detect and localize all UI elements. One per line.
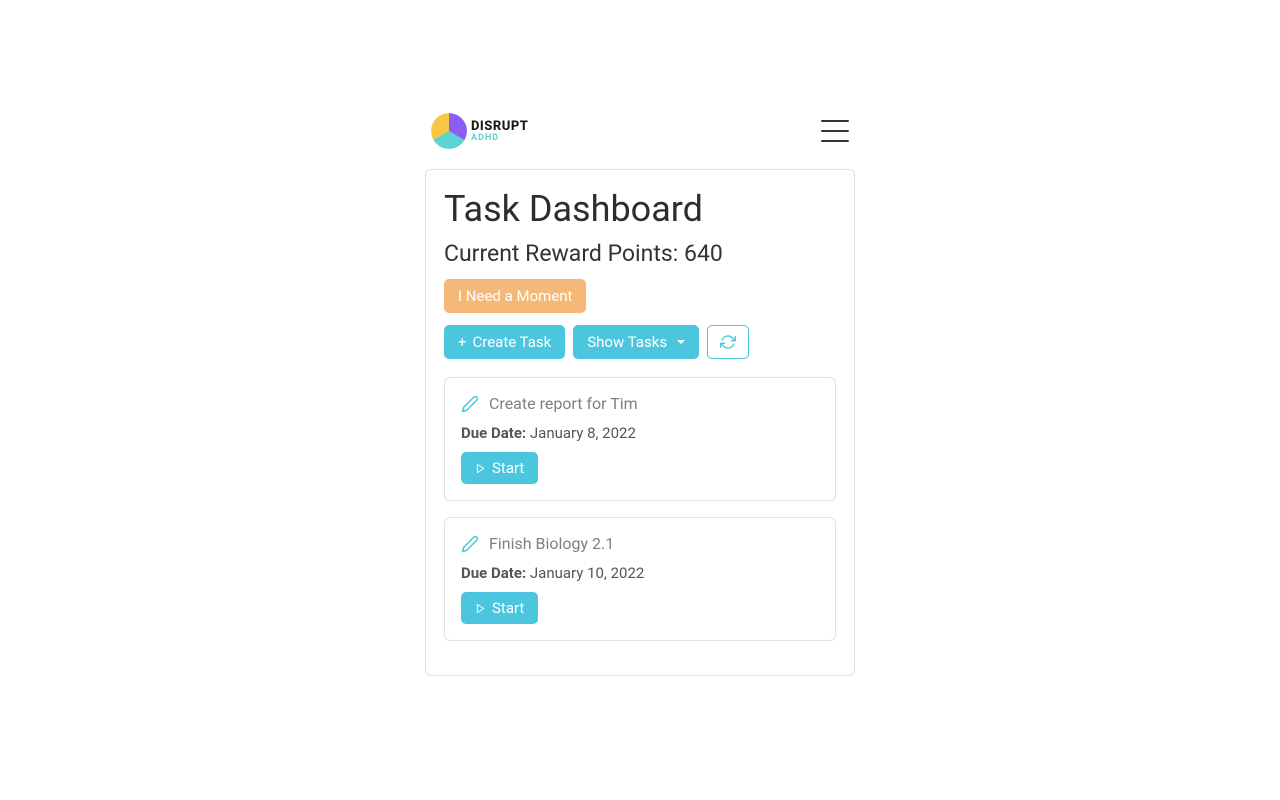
pencil-icon[interactable] bbox=[461, 535, 479, 553]
chevron-down-icon bbox=[677, 340, 685, 344]
task-title: Finish Biology 2.1 bbox=[489, 534, 614, 553]
task-due-row: Due Date: January 10, 2022 bbox=[461, 563, 819, 582]
play-icon bbox=[475, 463, 486, 474]
logo-sub-text: ADHD bbox=[471, 134, 528, 143]
plus-icon: + bbox=[458, 335, 467, 350]
show-tasks-dropdown[interactable]: Show Tasks bbox=[573, 325, 699, 359]
action-buttons-row: + Create Task Show Tasks bbox=[444, 325, 836, 359]
task-card: Finish Biology 2.1 Due Date: January 10,… bbox=[444, 517, 836, 641]
pencil-icon[interactable] bbox=[461, 395, 479, 413]
need-moment-button[interactable]: I Need a Moment bbox=[444, 279, 586, 313]
show-tasks-label: Show Tasks bbox=[587, 333, 667, 351]
refresh-icon bbox=[720, 334, 736, 350]
reward-value: 640 bbox=[684, 240, 723, 267]
start-task-button[interactable]: Start bbox=[461, 592, 538, 624]
create-task-button[interactable]: + Create Task bbox=[444, 325, 565, 359]
logo-main-text: DISRUPT bbox=[471, 120, 528, 133]
task-card: Create report for Tim Due Date: January … bbox=[444, 377, 836, 501]
task-header: Finish Biology 2.1 bbox=[461, 534, 819, 553]
start-task-button[interactable]: Start bbox=[461, 452, 538, 484]
dashboard-card: Task Dashboard Current Reward Points: 64… bbox=[425, 169, 855, 676]
reward-label: Current Reward Points: bbox=[444, 240, 684, 267]
app-container: DISRUPT ADHD Task Dashboard Current Rewa… bbox=[415, 105, 865, 688]
logo-text: DISRUPT ADHD bbox=[471, 120, 528, 143]
reward-points: Current Reward Points: 640 bbox=[444, 240, 836, 267]
due-date-label: Due Date: bbox=[461, 564, 530, 582]
due-date-value: January 8, 2022 bbox=[530, 424, 636, 442]
logo-circle-icon bbox=[431, 113, 467, 149]
due-date-label: Due Date: bbox=[461, 424, 530, 442]
create-task-label: Create Task bbox=[473, 333, 552, 351]
navbar: DISRUPT ADHD bbox=[415, 105, 865, 157]
logo[interactable]: DISRUPT ADHD bbox=[431, 113, 528, 149]
page-title: Task Dashboard bbox=[444, 188, 836, 230]
task-due-row: Due Date: January 8, 2022 bbox=[461, 423, 819, 442]
menu-icon[interactable] bbox=[821, 120, 849, 142]
refresh-button[interactable] bbox=[707, 325, 749, 359]
start-label: Start bbox=[492, 459, 524, 477]
start-label: Start bbox=[492, 599, 524, 617]
task-title: Create report for Tim bbox=[489, 394, 638, 413]
task-header: Create report for Tim bbox=[461, 394, 819, 413]
play-icon bbox=[475, 603, 486, 614]
due-date-value: January 10, 2022 bbox=[530, 564, 644, 582]
